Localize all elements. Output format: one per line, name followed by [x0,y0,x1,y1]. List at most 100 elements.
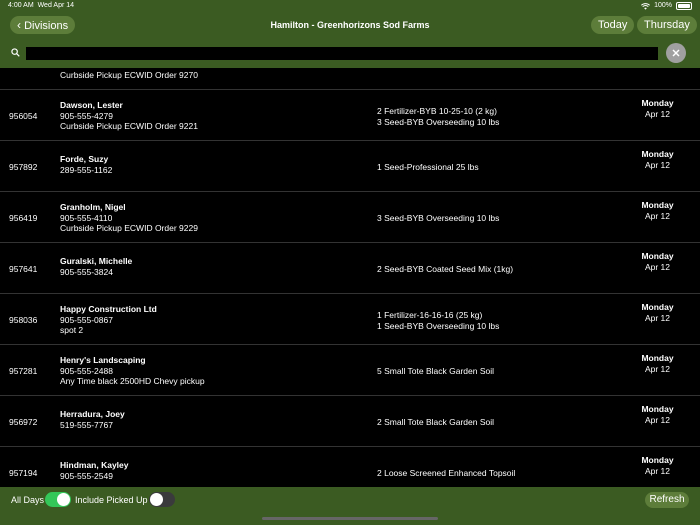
order-note: Curbside Pickup ECWID Order 9221 [60,121,198,131]
all-days-toggle[interactable] [45,492,71,507]
order-customer: Curbside Pickup ECWID Order 9270 [60,70,198,81]
status-indicators: 100% [641,0,692,12]
order-items: 2 Seed-BYB Coated Seed Mix (1kg) [377,264,513,275]
order-customer: Herradura, Joey 519-555-7767 [60,409,125,430]
pickup-date: Monday Apr 12 [630,149,685,170]
order-customer: Henry's Landscaping 905-555-2488 Any Tim… [60,355,205,387]
customer-name: Forde, Suzy [60,154,109,164]
battery-percent: 100% [654,2,672,9]
order-row[interactable]: 957641 Guralski, Michelle 905-555-3824 2… [0,243,700,294]
pickup-date-value: Apr 12 [644,414,671,425]
pickup-date-value: Apr 12 [644,210,671,221]
order-number: 956972 [9,417,38,427]
order-item: 3 Seed-BYB Overseeding 10 lbs [377,213,500,223]
order-items: 1 Seed-Professional 25 lbs [377,162,479,173]
order-customer: Guralski, Michelle 905-555-3824 [60,256,132,277]
close-icon [672,49,680,57]
customer-name: Granholm, Nigel [60,202,126,212]
pickup-date-value: Apr 12 [644,108,671,119]
order-item: 2 Loose Screened Enhanced Topsoil [377,468,516,478]
customer-name: Dawson, Lester [60,100,123,110]
customer-phone: 519-555-7767 [60,419,113,430]
search-icon [11,48,20,57]
order-row[interactable]: 957194 Hindman, Kayley 905-555-2549 2 Lo… [0,447,700,487]
order-note: spot 2 [60,325,84,335]
order-row[interactable]: 957281 Henry's Landscaping 905-555-2488 … [0,345,700,396]
refresh-button[interactable]: Refresh [645,492,689,508]
customer-name: Guralski, Michelle [60,256,133,266]
order-row[interactable]: 958036 Happy Construction Ltd 905-555-08… [0,294,700,345]
order-items: 2 Fertilizer-BYB 10-25-10 (2 kg) 3 Seed-… [377,106,499,127]
order-customer: Forde, Suzy 289-555-1162 [60,154,112,175]
search-bar [0,38,700,68]
pickup-date: Monday Apr 12 [630,353,685,374]
order-customer: Granholm, Nigel 905-555-4110 Curbside Pi… [60,202,198,234]
customer-phone: 905-555-2488 [60,365,113,376]
pickup-date: Monday Apr 12 [630,98,685,119]
order-item: 2 Small Tote Black Garden Soil [377,417,495,427]
pickup-day: Monday [641,302,674,312]
customer-phone: 905-555-0867 [60,314,113,325]
navigation-bar: ‹ Divisions Hamilton - Greenhorizons Sod… [0,12,700,38]
order-items: 2 Loose Screened Enhanced Topsoil [377,468,515,479]
order-number: 958036 [9,315,38,325]
day-select-button[interactable]: Thursday [637,16,697,34]
today-button[interactable]: Today [591,16,635,34]
order-item: 2 Fertilizer-BYB 10-25-10 (2 kg) [377,106,497,116]
order-row[interactable]: 956054 Dawson, Lester 905-555-4279 Curbs… [0,90,700,141]
customer-phone: 905-555-4279 [60,110,113,121]
order-note: Curbside Pickup ECWID Order 9229 [60,223,198,233]
order-row[interactable]: Curbside Pickup ECWID Order 9270 [0,68,700,90]
order-items: 1 Fertilizer-16-16-16 (25 kg) 1 Seed-BYB… [377,310,499,331]
clear-search-button[interactable] [666,43,686,63]
search-input[interactable] [26,47,658,60]
include-picked-up-toggle[interactable] [149,492,175,507]
order-row[interactable]: 956972 Herradura, Joey 519-555-7767 2 Sm… [0,396,700,447]
pickup-date: Monday Apr 12 [630,251,685,272]
pickup-day: Monday [641,404,674,414]
customer-phone: 905-555-4110 [60,212,113,223]
orders-list[interactable]: Curbside Pickup ECWID Order 9270 956054 … [0,68,700,487]
order-items: 3 Seed-BYB Overseeding 10 lbs [377,213,499,224]
status-time-date: 4:00 AM Wed Apr 14 [8,0,74,12]
status-time: 4:00 AM [8,2,34,9]
order-item: 1 Fertilizer-16-16-16 (25 kg) [377,310,483,320]
pickup-day: Monday [641,353,674,363]
order-item: 1 Seed-Professional 25 lbs [377,162,479,172]
order-note: Any Time black 2500HD Chevy pickup [60,376,205,386]
order-items: 2 Small Tote Black Garden Soil [377,417,494,428]
order-item: 5 Small Tote Black Garden Soil [377,366,495,376]
pickup-date-value: Apr 12 [644,312,671,323]
pickup-date-value: Apr 12 [644,363,671,374]
pickup-date-value: Apr 12 [644,465,671,476]
order-items: 5 Small Tote Black Garden Soil [377,366,494,377]
pickup-date: Monday Apr 12 [630,302,685,323]
order-number: 956054 [9,111,38,121]
battery-icon [676,2,692,10]
home-indicator [262,517,438,520]
pickup-date-value: Apr 12 [644,261,671,272]
pickup-day: Monday [641,98,674,108]
order-item: 2 Seed-BYB Coated Seed Mix (1kg) [377,264,514,274]
order-number: 957892 [9,162,38,172]
pickup-date-value: Apr 12 [644,159,671,170]
pickup-date: Monday Apr 12 [630,404,685,425]
order-row[interactable]: 957892 Forde, Suzy 289-555-1162 1 Seed-P… [0,141,700,192]
back-divisions-label: Divisions [24,20,69,32]
customer-name: Hindman, Kayley [60,460,129,470]
customer-phone: 289-555-1162 [60,164,113,175]
include-picked-up-label: Include Picked Up [75,495,148,505]
order-item: 3 Seed-BYB Overseeding 10 lbs [377,116,500,127]
order-number: 957194 [9,468,38,478]
pickup-day: Monday [641,149,674,159]
pickup-day: Monday [641,455,674,465]
order-number: 957641 [9,264,38,274]
pickup-date: Monday Apr 12 [630,200,685,221]
back-divisions-button[interactable]: ‹ Divisions [10,16,76,34]
toggle-knob [57,493,70,506]
all-days-label: All Days [11,495,45,505]
pickup-day: Monday [641,251,674,261]
order-row[interactable]: 956419 Granholm, Nigel 905-555-4110 Curb… [0,192,700,243]
customer-name: Henry's Landscaping [60,355,146,365]
order-number: 957281 [9,366,38,376]
